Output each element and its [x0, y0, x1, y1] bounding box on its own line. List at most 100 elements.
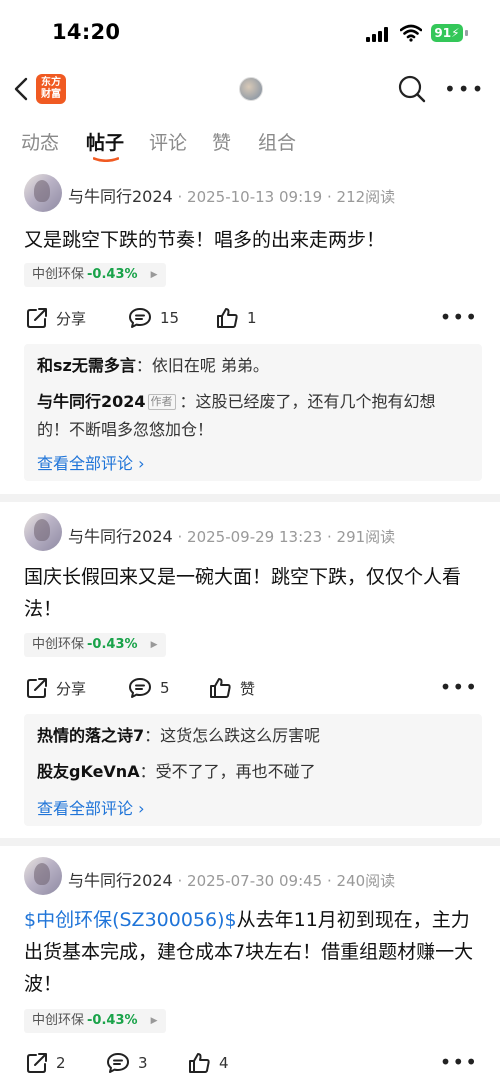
share-button[interactable]: 分享: [26, 673, 86, 703]
comment-user[interactable]: 与牛同行2024: [37, 392, 146, 411]
view-all-comments-link[interactable]: 查看全部评论 ›: [37, 795, 145, 819]
author-name[interactable]: 与牛同行2024: [68, 871, 173, 890]
comment-item: 与牛同行2024 作者 ：这股已经废了，还有几个抱有幻想的！不断唱多忽悠加仓！: [37, 388, 467, 444]
view-all-comments-link[interactable]: 查看全部评论 ›: [37, 450, 145, 474]
tab-dynamic[interactable]: 动态: [21, 128, 59, 155]
comment-button[interactable]: 3: [106, 1048, 148, 1078]
thumbs-up-icon: [217, 308, 238, 328]
profile-tabs: 动态 帖子 评论 赞 组合: [0, 128, 500, 164]
share-count: 2: [56, 1054, 66, 1072]
post-body[interactable]: 又是跳空下跌的节奏！唱多的出来走两步！: [24, 224, 480, 256]
more-options-icon[interactable]: •••: [444, 79, 485, 99]
stock-tag[interactable]: 中创环保 -0.43% ▶: [24, 633, 166, 657]
back-arrow-icon[interactable]: [10, 76, 34, 102]
share-button[interactable]: 2: [26, 1048, 66, 1078]
comment-icon: [129, 308, 151, 328]
post-actions: 2 3 4 •••: [0, 1048, 500, 1078]
post-more-icon[interactable]: •••: [440, 305, 478, 329]
post-body[interactable]: $中创环保(SZ300056)$从去年11月初到现在，主力出货基本完成，建仓成本…: [24, 904, 480, 1000]
share-icon: [27, 1053, 47, 1073]
logo-line-2: 财富: [41, 89, 61, 100]
stock-tag-name: 中创环保: [32, 267, 85, 282]
post-divider: [0, 838, 500, 846]
tab-posts[interactable]: 帖子: [86, 128, 124, 155]
post-date-views: · 2025-09-29 13:23 · 291阅读: [177, 528, 396, 546]
stock-tag[interactable]: 中创环保 -0.43% ▶: [24, 1009, 166, 1033]
comment-user[interactable]: 股友gKeVnA: [37, 762, 140, 781]
author-name[interactable]: 与牛同行2024: [68, 527, 173, 546]
author-name[interactable]: 与牛同行2024: [68, 187, 173, 206]
comment-button[interactable]: 15: [128, 303, 179, 333]
stock-mention-link[interactable]: $中创环保(SZ300056)$: [24, 909, 237, 931]
author-badge: 作者: [147, 394, 176, 410]
comment-item: 股友gKeVnA：受不了了，再也不碰了: [37, 758, 467, 786]
status-time: 14:20: [52, 20, 121, 44]
wifi-icon: [400, 24, 422, 42]
thumbs-up-icon: [210, 678, 231, 698]
like-count: 4: [219, 1054, 229, 1072]
caret-right-icon: ▶: [150, 270, 158, 280]
post-card: 与牛同行2024 · 2025-09-29 13:23 · 291阅读 国庆长假…: [0, 513, 500, 838]
post-actions: 分享 5 赞 •••: [0, 673, 500, 703]
post-actions: 分享 15 1 •••: [0, 303, 500, 333]
post-more-icon[interactable]: •••: [440, 1050, 478, 1074]
author-avatar[interactable]: [24, 174, 62, 212]
comment-count: 15: [160, 309, 180, 327]
battery-icon: 91 ⚡: [431, 24, 463, 42]
search-icon[interactable]: [397, 74, 427, 104]
like-button[interactable]: 1: [215, 303, 257, 333]
comment-text: ：依旧在呢 弟弟。: [135, 356, 269, 375]
comment-item: 和sz无需多言：依旧在呢 弟弟。: [37, 352, 467, 380]
logo-line-1: 东方: [41, 77, 61, 88]
app-logo[interactable]: 东方 财富: [36, 74, 66, 104]
post-more-icon[interactable]: •••: [440, 675, 478, 699]
like-count: 1: [247, 309, 257, 327]
author-avatar[interactable]: [24, 513, 62, 551]
like-label: 赞: [240, 679, 256, 698]
author-avatar[interactable]: [24, 857, 62, 895]
stock-tag[interactable]: 中创环保 -0.43% ▶: [24, 263, 166, 287]
comment-icon: [129, 678, 151, 698]
share-label: 分享: [56, 679, 87, 698]
cellular-signal-icon: [366, 27, 388, 42]
comment-preview[interactable]: 和sz无需多言：依旧在呢 弟弟。 与牛同行2024 作者 ：这股已经废了，还有几个抱…: [24, 344, 482, 481]
stock-tag-change: -0.43%: [87, 637, 138, 652]
post-date-views: · 2025-07-30 09:45 · 240阅读: [177, 872, 396, 890]
like-button[interactable]: 4: [187, 1048, 229, 1078]
share-icon: [27, 678, 47, 698]
share-icon: [27, 308, 47, 328]
comment-user[interactable]: 热情的落之诗7: [37, 726, 144, 745]
tab-likes[interactable]: 赞: [212, 128, 231, 155]
nav-bar: 东方 财富 •••: [0, 66, 500, 112]
caret-right-icon: ▶: [150, 1016, 158, 1026]
post-meta: 与牛同行2024 · 2025-10-13 09:19 · 212阅读: [68, 183, 395, 207]
user-avatar[interactable]: [239, 77, 263, 101]
comment-count: 3: [138, 1054, 148, 1072]
comment-preview[interactable]: 热情的落之诗7：这货怎么跌这么厉害呢 股友gKeVnA：受不了了，再也不碰了 查…: [24, 714, 482, 826]
post-card: 与牛同行2024 · 2025-07-30 09:45 · 240阅读 $中创环…: [0, 857, 500, 1083]
comment-item: 热情的落之诗7：这货怎么跌这么厉害呢: [37, 722, 467, 750]
stock-tag-change: -0.43%: [87, 267, 138, 282]
comment-user[interactable]: 和sz无需多言: [37, 356, 136, 375]
stock-tag-name: 中创环保: [32, 637, 85, 652]
comment-text: ：受不了了，再也不碰了: [139, 762, 316, 781]
post-text: 国庆长假回来又是一碗大面！跳空下跌，仅仅个人看法！: [24, 566, 462, 620]
post-body[interactable]: 国庆长假回来又是一碗大面！跳空下跌，仅仅个人看法！: [24, 561, 480, 625]
post-card: 与牛同行2024 · 2025-10-13 09:19 · 212阅读 又是跳空…: [0, 172, 500, 494]
tab-portfolio[interactable]: 组合: [258, 128, 296, 155]
battery-tip: [465, 30, 468, 36]
stock-tag-change: -0.43%: [87, 1013, 138, 1028]
like-button[interactable]: 赞: [208, 673, 255, 703]
post-date-views: · 2025-10-13 09:19 · 212阅读: [177, 188, 396, 206]
comment-icon: [107, 1053, 129, 1073]
active-tab-indicator: [93, 157, 119, 162]
comment-button[interactable]: 5: [128, 673, 170, 703]
share-button[interactable]: 分享: [26, 303, 86, 333]
caret-right-icon: ▶: [150, 640, 158, 650]
tab-comments[interactable]: 评论: [149, 128, 187, 155]
post-text: 又是跳空下跌的节奏！唱多的出来走两步！: [24, 229, 386, 251]
thumbs-up-icon: [189, 1053, 210, 1073]
post-meta: 与牛同行2024 · 2025-09-29 13:23 · 291阅读: [68, 523, 395, 547]
share-label: 分享: [56, 309, 87, 328]
status-bar: 14:20 91 ⚡: [0, 0, 500, 66]
